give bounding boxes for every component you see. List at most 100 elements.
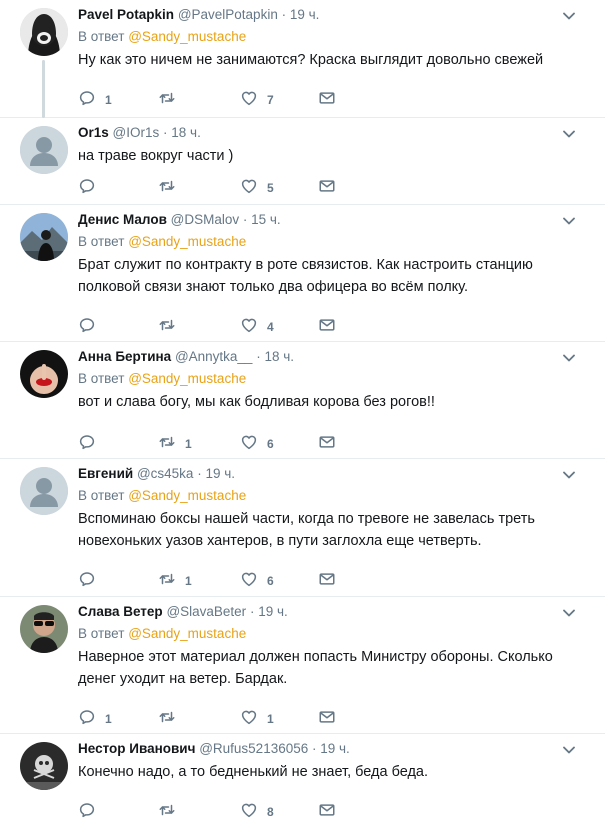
heart-icon bbox=[240, 570, 258, 588]
retweet-button[interactable] bbox=[158, 176, 176, 196]
reply-icon bbox=[78, 433, 96, 451]
retweet-button[interactable] bbox=[158, 707, 176, 727]
timestamp[interactable]: 18 ч. bbox=[264, 349, 294, 364]
reply-prefix: В ответ bbox=[78, 29, 125, 44]
mention-link[interactable]: @Sandy_mustache bbox=[128, 371, 246, 386]
user-handle[interactable]: @Annytka__ bbox=[175, 349, 253, 364]
user-handle[interactable]: @Rufus52136056 bbox=[199, 741, 308, 756]
reply-icon bbox=[78, 89, 96, 107]
tweet-text: вот и слава богу, мы как бодливая корова… bbox=[78, 394, 435, 410]
reply-button[interactable]: 1 bbox=[78, 88, 112, 108]
user-handle[interactable]: @cs45ka bbox=[137, 466, 193, 481]
timestamp[interactable]: 15 ч. bbox=[251, 212, 281, 227]
mention-link[interactable]: @Sandy_mustache bbox=[128, 234, 246, 249]
tweet-body: Евгений @cs45ka · 19 ч. В ответ @Sandy_mu… bbox=[78, 465, 581, 552]
like-button[interactable]: 6 bbox=[240, 432, 274, 452]
user-name[interactable]: Анна Бертина bbox=[78, 349, 171, 364]
tweet-actions: 8 bbox=[78, 800, 378, 820]
timestamp[interactable]: 19 ч. bbox=[320, 741, 350, 756]
reply-count: 1 bbox=[105, 712, 112, 726]
user-handle[interactable]: @DSMalov bbox=[171, 212, 239, 227]
like-count: 4 bbox=[267, 320, 274, 334]
separator-dot: · bbox=[252, 349, 265, 364]
timestamp[interactable]: 19 ч. bbox=[205, 466, 235, 481]
chevron-down-icon[interactable] bbox=[563, 471, 575, 479]
reply-prefix: В ответ bbox=[78, 488, 125, 503]
reply-context: В ответ @Sandy_mustache bbox=[78, 625, 581, 643]
reply-context: В ответ @Sandy_mustache bbox=[78, 370, 581, 388]
user-name[interactable]: Слава Ветер bbox=[78, 604, 163, 619]
chevron-down-icon[interactable] bbox=[563, 12, 575, 20]
like-button[interactable]: 1 bbox=[240, 707, 274, 727]
like-button[interactable]: 5 bbox=[240, 176, 274, 196]
direct-message-button[interactable] bbox=[318, 569, 336, 589]
timestamp[interactable]: 19 ч. bbox=[290, 7, 320, 22]
avatar[interactable] bbox=[20, 350, 68, 398]
envelope-icon bbox=[318, 708, 336, 726]
reply-button[interactable] bbox=[78, 176, 96, 196]
tweet[interactable]: Анна Бертина @Annytka__ · 18 ч. В ответ @… bbox=[0, 342, 605, 459]
user-handle[interactable]: @PavelPotapkin bbox=[178, 7, 278, 22]
tweet-header: Нестор Иванович @Rufus52136056 · 19 ч. bbox=[78, 740, 581, 758]
tweet-text: Ну как это ничем не занимаются? Краска в… bbox=[78, 52, 544, 68]
reply-button[interactable] bbox=[78, 315, 96, 335]
reply-button[interactable] bbox=[78, 800, 96, 820]
retweet-button[interactable] bbox=[158, 315, 176, 335]
direct-message-button[interactable] bbox=[318, 707, 336, 727]
retweet-button[interactable]: 1 bbox=[158, 569, 192, 589]
avatar[interactable] bbox=[20, 213, 68, 261]
separator-dot: · bbox=[239, 212, 252, 227]
tweet-text: Брат служит по контракту в роте связисто… bbox=[78, 257, 533, 295]
reply-button[interactable] bbox=[78, 432, 96, 452]
user-name[interactable]: Евгений bbox=[78, 466, 133, 481]
user-name[interactable]: Нестор Иванович bbox=[78, 741, 195, 756]
chevron-down-icon[interactable] bbox=[563, 217, 575, 225]
like-button[interactable]: 4 bbox=[240, 315, 274, 335]
direct-message-button[interactable] bbox=[318, 176, 336, 196]
avatar[interactable] bbox=[20, 8, 68, 56]
mention-link[interactable]: @Sandy_mustache bbox=[128, 29, 246, 44]
chevron-down-icon[interactable] bbox=[563, 609, 575, 617]
user-name[interactable]: Денис Малов bbox=[78, 212, 167, 227]
tweet[interactable]: Pavel Potapkin @PavelPotapkin · 19 ч. В о… bbox=[0, 0, 605, 118]
mention-link[interactable]: @Sandy_mustache bbox=[128, 626, 246, 641]
avatar[interactable] bbox=[20, 126, 68, 174]
tweet-actions: 16 bbox=[78, 569, 378, 589]
user-name[interactable]: Or1s bbox=[78, 125, 109, 140]
like-button[interactable]: 7 bbox=[240, 88, 274, 108]
timestamp[interactable]: 18 ч. bbox=[171, 125, 201, 140]
direct-message-button[interactable] bbox=[318, 432, 336, 452]
tweet[interactable]: Евгений @cs45ka · 19 ч. В ответ @Sandy_mu… bbox=[0, 459, 605, 597]
avatar[interactable] bbox=[20, 742, 68, 790]
envelope-icon bbox=[318, 89, 336, 107]
reply-button[interactable] bbox=[78, 569, 96, 589]
direct-message-button[interactable] bbox=[318, 88, 336, 108]
avatar[interactable] bbox=[20, 605, 68, 653]
mention-link[interactable]: @Sandy_mustache bbox=[128, 488, 246, 503]
retweet-button[interactable] bbox=[158, 800, 176, 820]
direct-message-button[interactable] bbox=[318, 800, 336, 820]
chevron-down-icon[interactable] bbox=[563, 746, 575, 754]
retweet-button[interactable] bbox=[158, 88, 176, 108]
chevron-down-icon[interactable] bbox=[563, 354, 575, 362]
tweet[interactable]: Нестор Иванович @Rufus52136056 · 19 ч. Ко… bbox=[0, 734, 605, 828]
tweet[interactable]: Денис Малов @DSMalov · 15 ч. В ответ @San… bbox=[0, 205, 605, 342]
reply-icon bbox=[78, 708, 96, 726]
retweet-count: 1 bbox=[185, 574, 192, 588]
like-button[interactable]: 6 bbox=[240, 569, 274, 589]
timestamp[interactable]: 19 ч. bbox=[258, 604, 288, 619]
tweet[interactable]: Or1s @IOr1s · 18 ч. на траве вокруг части… bbox=[0, 118, 605, 205]
reply-button[interactable]: 1 bbox=[78, 707, 112, 727]
retweet-button[interactable]: 1 bbox=[158, 432, 192, 452]
user-name[interactable]: Pavel Potapkin bbox=[78, 7, 174, 22]
user-handle[interactable]: @IOr1s bbox=[113, 125, 160, 140]
tweet-header: Pavel Potapkin @PavelPotapkin · 19 ч. bbox=[78, 6, 581, 24]
like-button[interactable]: 8 bbox=[240, 800, 274, 820]
direct-message-button[interactable] bbox=[318, 315, 336, 335]
avatar[interactable] bbox=[20, 467, 68, 515]
tweet-body: Pavel Potapkin @PavelPotapkin · 19 ч. В о… bbox=[78, 6, 581, 71]
envelope-icon bbox=[318, 801, 336, 819]
user-handle[interactable]: @SlavaBeter bbox=[166, 604, 246, 619]
tweet[interactable]: Слава Ветер @SlavaBeter · 19 ч. В ответ @… bbox=[0, 597, 605, 734]
chevron-down-icon[interactable] bbox=[563, 130, 575, 138]
